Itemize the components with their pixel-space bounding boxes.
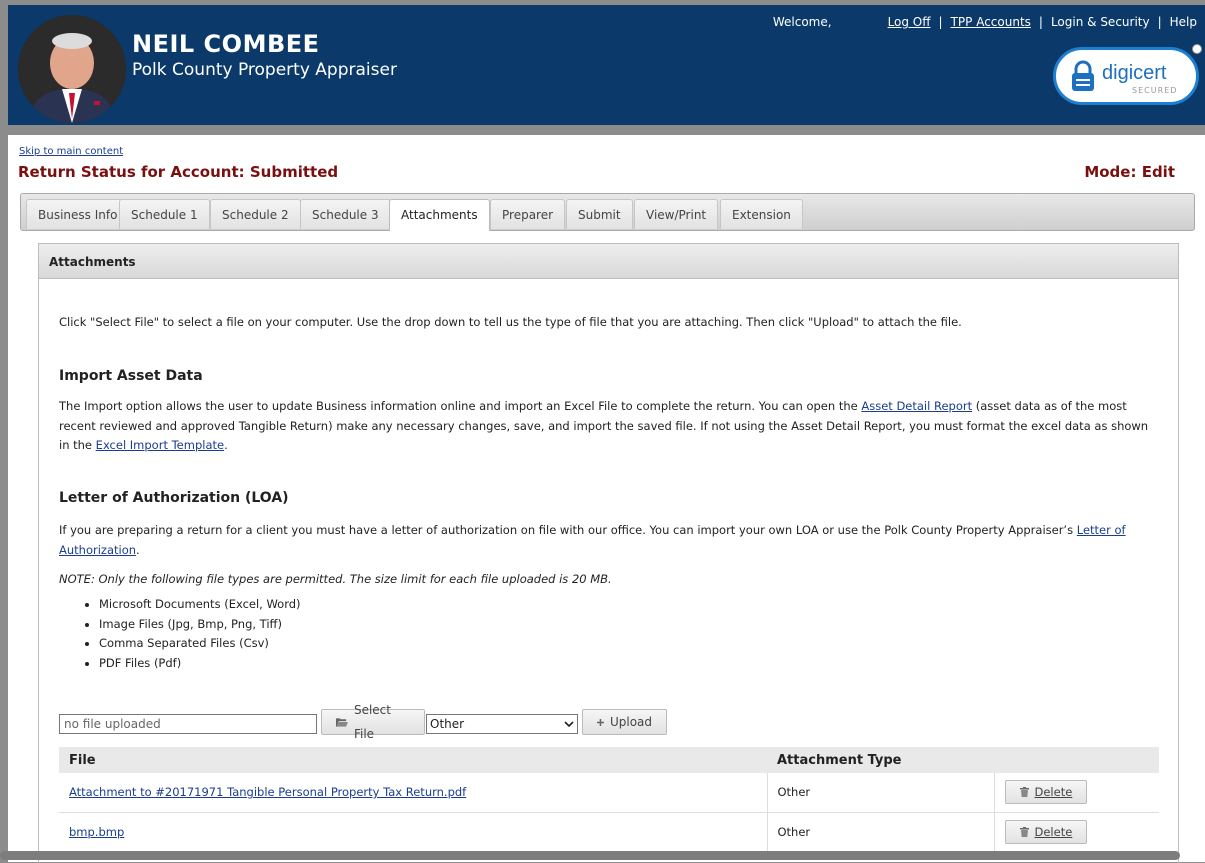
import-text: The Import option allows the user to upd… [59,399,1149,452]
nav-separator: | [1157,15,1162,29]
tab-schedule-2[interactable]: Schedule 2 [210,199,301,229]
table-row: bmp.bmp Other Delete [59,812,1159,852]
table-header-row: File Attachment Type [59,747,1159,773]
tab-attachments[interactable]: Attachments [389,199,490,231]
welcome-text: Welcome, [772,15,832,29]
tab-view-print[interactable]: View/Print [634,199,719,229]
trash-icon [1019,826,1029,837]
nav-separator: | [1038,15,1043,29]
excel-import-template-link[interactable]: Excel Import Template [96,438,224,452]
lock-icon [1072,60,1094,91]
file-type-note: NOTE: Only the following file types are … [59,572,612,586]
attachments-table: File Attachment Type Attachment to #2017… [59,747,1159,852]
asset-detail-report-link[interactable]: Asset Detail Report [861,399,972,413]
tab-bar: Business Info Schedule 1 Schedule 2 Sche… [20,193,1195,231]
digicert-secured: SECURED [1132,86,1178,95]
attachment-type-cell: Other [767,812,995,852]
trash-icon [1019,787,1029,798]
brand-name: NEIL COMBEE [132,30,320,58]
skip-to-main-link[interactable]: Skip to main content [19,146,123,157]
mode-indicator: Mode: Edit [1084,163,1175,181]
list-item: Comma Separated Files (Csv) [99,634,301,654]
tab-submit[interactable]: Submit [566,199,633,229]
avatar [18,15,126,123]
top-nav: Welcome, Log Off | TPP Accounts | Login … [773,15,1197,29]
import-heading: Import Asset Data [59,368,203,384]
nav-separator: | [938,15,943,29]
site-header: NEIL COMBEE Polk County Property Apprais… [8,5,1205,125]
intro-text: Click "Select File" to select a file on … [59,315,962,329]
file-type-list: Microsoft Documents (Excel, Word) Image … [59,595,301,673]
attachment-file-link[interactable]: Attachment to #20171971 Tangible Persona… [69,785,466,799]
attachment-type-cell: Other [767,773,995,813]
list-item: Image Files (Jpg, Bmp, Png, Tiff) [99,615,301,635]
help-link[interactable]: Help [1170,15,1197,29]
tab-business-info[interactable]: Business Info [26,199,130,229]
delete-button[interactable]: Delete [1004,819,1088,844]
delete-button[interactable]: Delete [1004,780,1088,805]
digicert-seal[interactable]: digicert SECURED [1053,44,1202,105]
column-header-attachment-type: Attachment Type [767,747,994,773]
folder-open-icon [336,717,348,727]
upload-button[interactable]: Upload [582,709,667,735]
tab-extension[interactable]: Extension [720,199,803,229]
brand-subtitle: Polk County Property Appraiser [132,60,397,80]
digicert-brand: digicert [1102,62,1167,84]
page-title: Return Status for Account: Submitted [18,163,339,181]
horizontal-scrollbar[interactable] [0,851,1180,860]
list-item: Microsoft Documents (Excel, Word) [99,595,301,615]
loa-text: If you are preparing a return for a clie… [59,523,1126,557]
column-header-action [994,747,1159,773]
login-security-link[interactable]: Login & Security [1051,15,1150,29]
column-header-file: File [59,747,767,773]
attachments-panel: Attachments Click "Select File" to selec… [38,243,1179,863]
table-row: Attachment to #20171971 Tangible Persona… [59,773,1159,813]
select-file-button[interactable]: Select File [321,703,425,741]
tpp-accounts-link[interactable]: TPP Accounts [951,15,1031,29]
attachment-file-link[interactable]: bmp.bmp [69,825,124,839]
list-item: PDF Files (Pdf) [99,654,301,674]
panel-title: Attachments [39,244,1178,279]
main-content: Skip to main content Return Status for A… [8,135,1205,863]
chevron-down-icon [564,721,574,727]
tab-schedule-3[interactable]: Schedule 3 [300,199,391,229]
logoff-link[interactable]: Log Off [888,15,931,29]
plus-icon [597,718,604,726]
tab-preparer[interactable]: Preparer [490,199,566,229]
loa-heading: Letter of Authorization (LOA) [59,490,289,506]
file-name-field[interactable] [59,714,317,734]
attachment-type-select[interactable]: Other [426,714,578,734]
info-icon [1192,44,1202,54]
tab-schedule-1[interactable]: Schedule 1 [119,199,210,229]
